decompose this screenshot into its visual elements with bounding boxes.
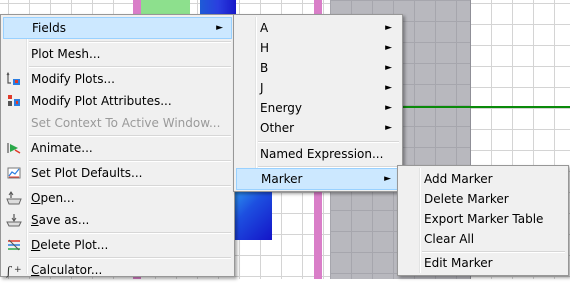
menu-item-a[interactable]: A ► <box>236 17 400 39</box>
submenu-arrow-icon: ► <box>385 123 392 133</box>
animate-icon <box>6 140 22 156</box>
submenu-arrow-icon: ► <box>385 63 392 73</box>
menu-item-h[interactable]: H ► <box>236 37 400 59</box>
menu-item-export-marker-table[interactable]: Export Marker Table <box>400 208 566 230</box>
open-plot-icon <box>6 190 22 206</box>
plot-defaults-icon <box>6 165 22 181</box>
mnemonic: D <box>31 238 41 252</box>
submenu-arrow-icon: ► <box>216 23 223 33</box>
menu-item-set-context[interactable]: Set Context To Active Window... <box>3 112 232 134</box>
menu-item-delete-marker[interactable]: Delete Marker <box>400 188 566 210</box>
submenu-arrow-icon: ► <box>385 103 392 113</box>
menu-item-modify-plots[interactable]: Modify Plots... <box>3 68 232 90</box>
menu-item-set-plot-defaults[interactable]: Set Plot Defaults... <box>3 162 232 184</box>
submenu-arrow-icon: ► <box>385 23 392 33</box>
submenu-arrow-icon: ► <box>385 43 392 53</box>
delete-plot-icon <box>6 237 22 253</box>
svg-text:+: + <box>14 265 22 275</box>
menu-item-b[interactable]: B ► <box>236 57 400 79</box>
menu-item-marker[interactable]: Marker ► <box>236 168 400 190</box>
menu-item-animate[interactable]: Animate... <box>3 137 232 159</box>
submenu-arrow-icon: ► <box>384 174 391 184</box>
menu-item-delete-plot[interactable]: Delete Plot... <box>3 234 232 256</box>
menu-item-j[interactable]: J ► <box>236 77 400 99</box>
plot-field-blue-bottom <box>232 190 272 240</box>
menu-item-open[interactable]: Open... <box>3 187 232 209</box>
submenu-arrow-icon: ► <box>385 83 392 93</box>
menu-item-modify-plot-attributes[interactable]: Modify Plot Attributes... <box>3 90 232 112</box>
menu-item-save-as[interactable]: Save as... <box>3 209 232 231</box>
menu-item-energy[interactable]: Energy ► <box>236 97 400 119</box>
marker-submenu: Add Marker Delete Marker Export Marker T… <box>397 165 569 276</box>
context-menu: Fields ► Plot Mesh... Modify Plots... Mo… <box>0 14 235 278</box>
calculator-icon: ʃ + <box>4 262 22 278</box>
fields-submenu: A ► H ► B ► J ► Energy ► Other ► Named E… <box>233 14 403 192</box>
plot-attributes-icon <box>6 93 22 109</box>
modify-plots-icon <box>6 71 22 87</box>
save-plot-icon <box>6 212 22 228</box>
menu-item-named-expression[interactable]: Named Expression... <box>236 143 400 165</box>
svg-text:ʃ: ʃ <box>6 264 13 278</box>
menu-item-calculator[interactable]: ʃ + Calculator... <box>3 259 232 281</box>
mnemonic: S <box>31 213 39 227</box>
menu-item-clear-all[interactable]: Clear All <box>400 228 566 250</box>
menu-item-plot-mesh[interactable]: Plot Mesh... <box>3 43 232 65</box>
plot-trace-line <box>400 106 570 108</box>
menu-item-add-marker[interactable]: Add Marker <box>400 168 566 190</box>
menu-item-other[interactable]: Other ► <box>236 117 400 139</box>
menu-item-edit-marker[interactable]: Edit Marker <box>400 252 566 274</box>
menu-item-fields[interactable]: Fields ► <box>3 17 232 39</box>
